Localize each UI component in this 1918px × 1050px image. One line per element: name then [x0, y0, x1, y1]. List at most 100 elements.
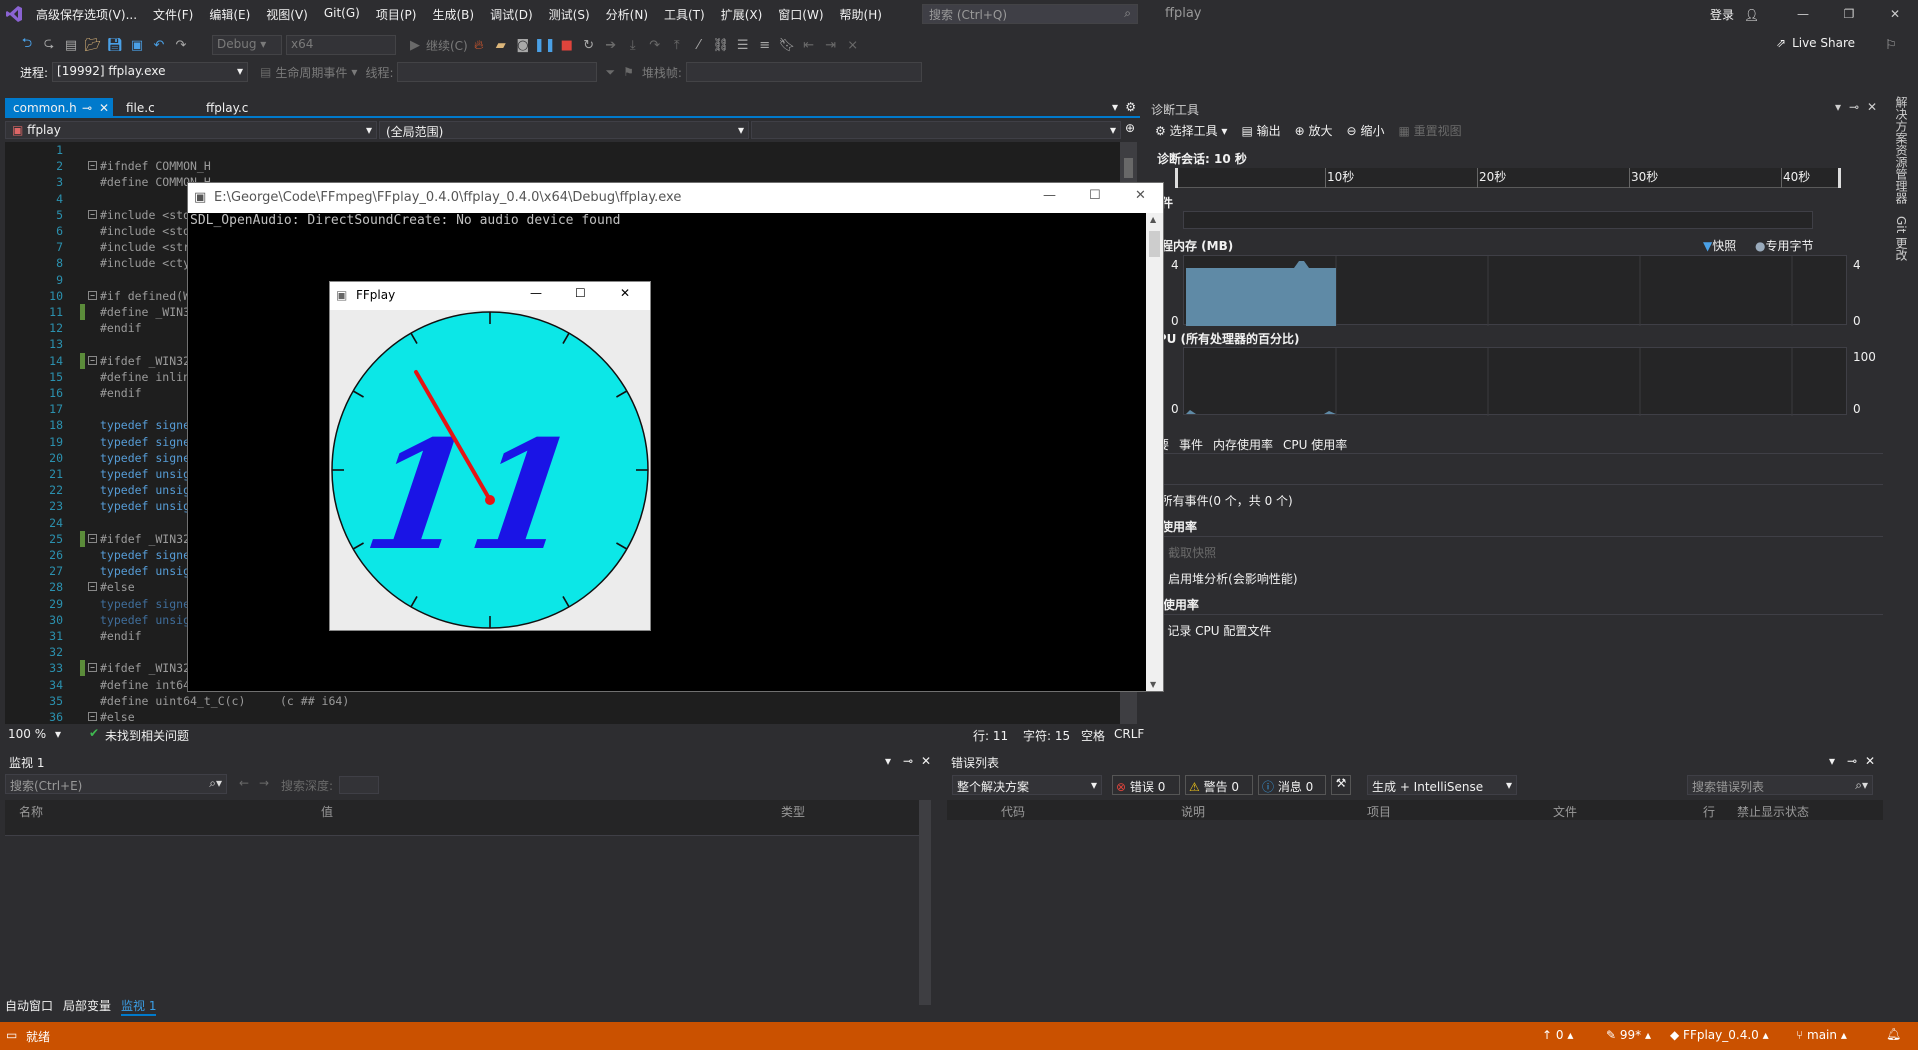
pending-changes[interactable]: ✎ 99* ▴ [1606, 1028, 1651, 1042]
console-scrollbar[interactable]: ▲ ▼ [1146, 213, 1163, 691]
col-line[interactable]: 行 [1703, 803, 1715, 820]
tab-watch1[interactable]: 监视 1 [121, 997, 157, 1016]
menu-item[interactable]: 调试(D) [482, 6, 541, 23]
ffplay-maximize-button[interactable]: ☐ [575, 286, 586, 300]
col-code[interactable]: 代码 [1001, 803, 1025, 820]
undo-icon[interactable]: ↶ [148, 34, 170, 56]
menu-item[interactable]: Git(G) [316, 6, 368, 23]
fold-toggle-icon[interactable]: − [88, 533, 97, 543]
panel-menu-icon[interactable]: ▾ [1835, 100, 1841, 114]
tab-file-c[interactable]: file.c [118, 98, 163, 118]
tab-memory-usage[interactable]: 内存使用率 [1213, 436, 1273, 453]
filter-build-icon[interactable]: ⚒ [1331, 775, 1351, 795]
flag-icon[interactable]: ⚑ [623, 65, 634, 79]
lifecycle-icon[interactable]: ▤ [260, 65, 271, 79]
save-all-icon[interactable]: ▣ [126, 34, 148, 56]
push-status[interactable]: ↑ 0 ▴ [1542, 1028, 1573, 1042]
prev-bookmark-icon[interactable]: ⇤ [798, 34, 820, 56]
watch-empty-row[interactable] [5, 820, 929, 836]
feedback-icon[interactable]: ⚐ [1880, 34, 1902, 56]
uncomment-icon[interactable]: ≡ [754, 34, 776, 56]
step-into-icon[interactable]: ⤓ [622, 34, 644, 56]
fold-toggle-icon[interactable]: − [88, 582, 97, 592]
col-suppression[interactable]: 禁止显示状态 [1737, 803, 1809, 820]
watch-search-input[interactable]: 搜索(Ctrl+E) ⌕▾ [5, 774, 227, 794]
col-file[interactable]: 文件 [1553, 803, 1577, 820]
pause-icon[interactable]: ❚❚ [534, 34, 556, 56]
configuration-dropdown[interactable]: Debug ▾ [212, 35, 282, 55]
col-name[interactable]: 名称 [19, 803, 43, 820]
restart-icon[interactable]: ↻ [578, 34, 600, 56]
login-button[interactable]: 登录 👤︎ [1710, 6, 1759, 23]
zoom-dropdown[interactable]: 100 % [8, 727, 46, 741]
forward-icon[interactable]: ⮎ [38, 34, 60, 56]
events-track[interactable] [1183, 211, 1813, 229]
menu-item[interactable]: 文件(F) [145, 6, 201, 23]
menu-item[interactable]: 扩展(X) [713, 6, 771, 23]
branch-selector[interactable]: ⑂ main ▴ [1796, 1028, 1847, 1042]
record-cpu-button[interactable]: ○ 记录 CPU 配置文件 [1153, 622, 1271, 639]
hex-display-icon[interactable]: ⁄ [688, 34, 710, 56]
continue-icon[interactable]: ▶ [404, 34, 426, 56]
filter-icon[interactable]: ⏷ [605, 65, 615, 80]
close-panel-icon[interactable]: ✕ [1867, 100, 1877, 114]
code-line[interactable]: 36 − #else [5, 709, 1120, 724]
scrollbar-thumb[interactable] [1149, 231, 1160, 257]
messages-filter-button[interactable]: ⓘ 消息 0 [1258, 775, 1326, 795]
bookmark-icon[interactable]: 🔖︎ [776, 34, 798, 56]
folder-icon[interactable]: ▰ [490, 34, 512, 56]
warnings-filter-button[interactable]: ⚠ 警告 0 [1185, 775, 1253, 795]
step-over-icon[interactable]: ↷ [644, 34, 666, 56]
zoom-out-button[interactable]: ⊖ 缩小 [1347, 122, 1385, 139]
timeline-ruler[interactable]: 10秒 20秒 30秒 40秒 [1175, 168, 1841, 188]
next-bookmark-icon[interactable]: ⇥ [820, 34, 842, 56]
select-tools-button[interactable]: ⚙ 选择工具 ▾ [1155, 122, 1227, 139]
fold-toggle-icon[interactable]: − [88, 663, 97, 673]
pin-icon[interactable]: ⊸ [1849, 100, 1859, 114]
pin-icon[interactable]: ⊸ [1847, 754, 1857, 768]
visual-studio-logo-icon[interactable] [0, 0, 28, 28]
thread-icon[interactable]: ⛓ [710, 34, 732, 56]
code-line[interactable]: 1 [5, 142, 1120, 158]
screenshot-icon[interactable]: ◙ [512, 34, 534, 56]
ffplay-close-button[interactable]: ✕ [620, 286, 630, 300]
solution-explorer-tab[interactable]: 解决方案资源管理器 [1893, 96, 1910, 204]
tab-autos[interactable]: 自动窗口 [5, 997, 53, 1016]
console-minimize-button[interactable]: — [1043, 188, 1056, 203]
panel-menu-icon[interactable]: ▾ [1829, 754, 1835, 768]
menu-item[interactable]: 项目(P) [368, 6, 425, 23]
ffplay-window[interactable]: ▣ FFplay — ☐ ✕ 11 [329, 281, 651, 631]
issues-status[interactable]: 未找到相关问题 [105, 727, 189, 744]
step-out-icon[interactable]: ⤒ [666, 34, 688, 56]
continue-label[interactable]: 继续(C) [426, 37, 468, 54]
clear-bookmarks-icon[interactable]: ⨯ [842, 34, 864, 56]
forward-arrow-icon[interactable]: → [259, 776, 269, 790]
menu-item[interactable]: 测试(S) [541, 6, 598, 23]
heap-profiling-toggle[interactable]: ▢ 启用堆分析(会影响性能) [1153, 570, 1298, 587]
open-file-icon[interactable]: 📂︎ [82, 34, 104, 56]
member-dropdown[interactable]: ▾ [751, 121, 1121, 139]
fold-toggle-icon[interactable]: − [88, 290, 97, 300]
redo-icon[interactable]: ↷ [170, 34, 192, 56]
code-line[interactable]: 35 #define uint64_t_C(c) (c ## i64) [5, 693, 1120, 709]
git-changes-tab[interactable]: Git 更改 [1893, 216, 1910, 261]
menu-item[interactable]: 帮助(H) [832, 6, 890, 23]
back-icon[interactable]: ⮌ [16, 34, 38, 56]
menu-item[interactable]: 视图(V) [258, 6, 316, 23]
cpu-graph[interactable] [1183, 347, 1847, 416]
thread-dropdown[interactable] [397, 62, 598, 82]
reset-view-button[interactable]: ▦ 重置视图 [1398, 122, 1461, 139]
process-dropdown[interactable]: [19992] ffplay.exe ▾ [52, 62, 249, 82]
menu-item[interactable]: 工具(T) [656, 6, 713, 23]
memory-graph[interactable] [1183, 255, 1847, 326]
errors-filter-button[interactable]: ⊗ 错误 0 [1112, 775, 1180, 795]
tab-common-h[interactable]: common.h ⊸ ✕ [5, 98, 113, 118]
tab-cpu-usage[interactable]: CPU 使用率 [1283, 436, 1347, 453]
col-type[interactable]: 类型 [781, 803, 805, 820]
fold-toggle-icon[interactable]: − [88, 712, 97, 721]
tab-ffplay-c[interactable]: ffplay.c [198, 98, 256, 118]
platform-dropdown[interactable]: x64 [286, 35, 396, 55]
menu-item[interactable]: 窗口(W) [770, 6, 831, 23]
back-arrow-icon[interactable]: ← [239, 776, 249, 790]
console-title-bar[interactable]: ▣ E:\George\Code\FFmpeg\FFplay_0.4.0\ffp… [188, 183, 1163, 213]
